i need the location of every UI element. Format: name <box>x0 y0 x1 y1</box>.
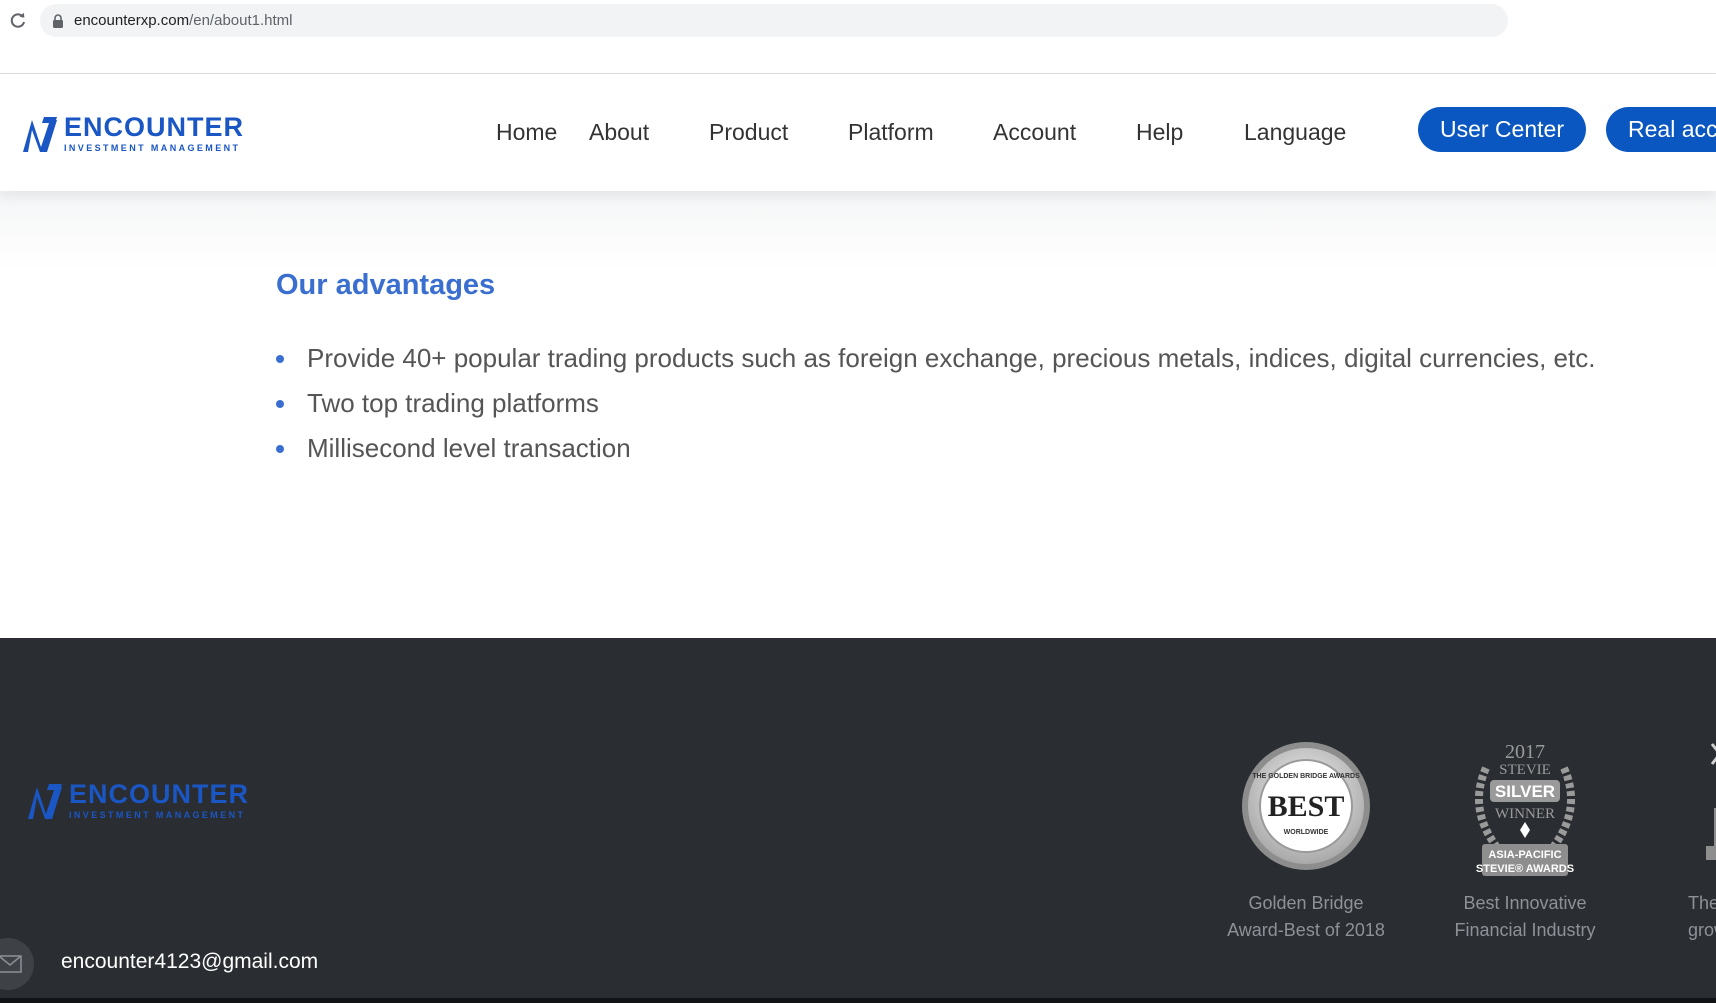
footer-logo-name: ENCOUNTER <box>69 779 250 809</box>
trophy-icon <box>1706 743 1716 860</box>
advantage-text: Provide 40+ popular trading products suc… <box>307 343 1596 373</box>
badge-status-text: WINNER <box>1495 806 1555 822</box>
nav-platform[interactable]: Platform <box>848 119 934 146</box>
bullet-dot-icon <box>276 445 284 453</box>
site-header: ENCOUNTER INVESTMENT MANAGEMENT Home Abo… <box>0 74 1716 191</box>
badge-bottom-text: WORLDWIDE <box>1284 829 1329 836</box>
logo-tagline: INVESTMENT MANAGEMENT <box>64 143 241 153</box>
nav-language[interactable]: Language <box>1244 119 1346 146</box>
site-footer: ENCOUNTER INVESTMENT MANAGEMENT THE GOLD… <box>0 638 1716 1003</box>
header-logo[interactable]: ENCOUNTER INVESTMENT MANAGEMENT <box>22 114 244 154</box>
award-caption-line1: Best Innovative <box>1463 893 1587 913</box>
logo-mark-icon <box>23 117 57 152</box>
user-center-button[interactable]: User Center <box>1418 107 1586 152</box>
footer-logo[interactable]: ENCOUNTER INVESTMENT MANAGEMENT <box>27 781 249 821</box>
advantage-item: Millisecond level transaction <box>276 426 1595 471</box>
logo-name: ENCOUNTER <box>64 112 245 142</box>
url-path: /en/about1.html <box>189 12 293 29</box>
reload-icon[interactable] <box>8 11 28 31</box>
lock-icon <box>53 14 63 28</box>
award-golden-bridge: THE GOLDEN BRIDGE AWARDS BEST WORLDWIDE … <box>1211 738 1401 944</box>
nav-product[interactable]: Product <box>709 119 788 146</box>
award-stevie-silver: 2017 STEVIE SILVER WINNER ASIA-PACIFIC S… <box>1430 738 1620 944</box>
mail-icon <box>0 955 22 973</box>
footer-email[interactable]: encounter4123@gmail.com <box>61 950 318 974</box>
url-domain: encounterxp.com <box>74 12 190 29</box>
award-caption: The growin <box>1688 890 1716 944</box>
section-title: Our advantages <box>276 269 496 301</box>
nav-help[interactable]: Help <box>1136 119 1183 146</box>
url-text: encounterxp.com/en/about1.html <box>74 4 292 37</box>
award-caption-line2: growin <box>1688 920 1716 940</box>
mail-icon-circle <box>0 938 34 990</box>
bullet-dot-icon <box>276 400 284 408</box>
real-account-button[interactable]: Real acc <box>1606 107 1716 152</box>
advantages-list: Provide 40+ popular trading products suc… <box>276 336 1595 471</box>
badge-brand-text: STEVIE <box>1499 762 1551 778</box>
address-bar[interactable]: encounterxp.com/en/about1.html <box>40 4 1508 37</box>
nav-about[interactable]: About <box>589 119 649 146</box>
award-caption-line1: The <box>1688 893 1716 913</box>
browser-toolbar: encounterxp.com/en/about1.html <box>0 0 1716 74</box>
advantage-text: Millisecond level transaction <box>307 433 631 463</box>
award-caption: Best Innovative Financial Industry <box>1430 890 1620 944</box>
bullet-dot-icon <box>276 355 284 363</box>
stevie-silver-badge-icon: 2017 STEVIE SILVER WINNER ASIA-PACIFIC S… <box>1474 741 1576 876</box>
badge-medal-text: SILVER <box>1495 782 1555 801</box>
page-bottom-strip <box>0 998 1716 1003</box>
nav-home[interactable]: Home <box>496 119 557 146</box>
award-caption-line2: Financial Industry <box>1454 920 1596 940</box>
advantages-section: Our advantages Provide 40+ popular tradi… <box>0 191 1716 638</box>
award-caption: Golden Bridge Award-Best of 2018 <box>1211 890 1401 944</box>
advantage-text: Two top trading platforms <box>307 388 599 418</box>
logo-mark-icon <box>28 784 62 819</box>
advantage-item: Two top trading platforms <box>276 381 1595 426</box>
badge-top-text: THE GOLDEN BRIDGE AWARDS <box>1252 773 1360 780</box>
badge-region-line2: STEVIE® AWARDS <box>1476 863 1574 875</box>
advantage-item: Provide 40+ popular trading products suc… <box>276 336 1595 381</box>
award-partial: The growin <box>1660 738 1716 944</box>
nav-account[interactable]: Account <box>993 119 1076 146</box>
golden-bridge-badge-icon: THE GOLDEN BRIDGE AWARDS BEST WORLDWIDE <box>1242 742 1370 870</box>
badge-year-text: 2017 <box>1505 741 1545 763</box>
award-caption-line2: Award-Best of 2018 <box>1227 920 1385 940</box>
award-caption-line1: Golden Bridge <box>1248 893 1364 913</box>
badge-region-line1: ASIA-PACIFIC <box>1488 849 1561 861</box>
footer-logo-tagline: INVESTMENT MANAGEMENT <box>69 810 246 820</box>
badge-main-text: BEST <box>1268 790 1345 823</box>
